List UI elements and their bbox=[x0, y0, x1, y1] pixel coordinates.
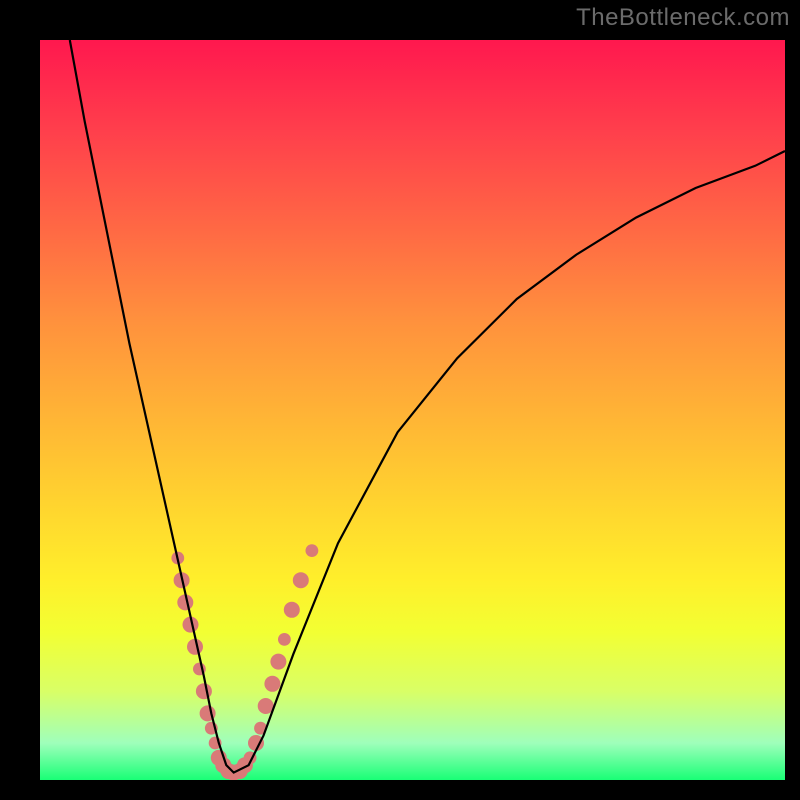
marker-dot bbox=[306, 544, 319, 557]
plot-area bbox=[40, 40, 785, 780]
chart-frame: TheBottleneck.com bbox=[0, 0, 800, 800]
marker-dot bbox=[293, 572, 309, 588]
curve-path bbox=[70, 40, 785, 773]
markers-group bbox=[171, 544, 318, 780]
marker-dot bbox=[278, 633, 291, 646]
watermark-text: TheBottleneck.com bbox=[576, 4, 790, 32]
marker-dot bbox=[270, 654, 286, 670]
marker-dot bbox=[264, 676, 280, 692]
chart-svg bbox=[40, 40, 785, 780]
marker-dot bbox=[196, 683, 212, 699]
marker-dot bbox=[284, 602, 300, 618]
